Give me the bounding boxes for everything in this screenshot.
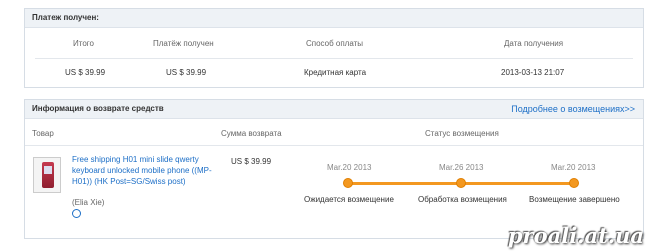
col-method-header: Способ оплаты	[306, 39, 364, 48]
status-dot-1	[343, 178, 353, 188]
divider	[25, 145, 643, 146]
product-thumbnail[interactable]	[33, 157, 61, 193]
col-refund-amount-header: Сумма возврата	[221, 129, 282, 138]
col-paid-header: Платёж получен	[153, 39, 214, 48]
seller-name: (Elia Xie)	[72, 198, 105, 207]
paid-value: US $ 39.99	[166, 68, 207, 77]
status-dot-2	[456, 178, 466, 188]
phone-screen	[44, 166, 52, 174]
product-title-link[interactable]: Free shipping H01 mini slide qwerty keyb…	[72, 154, 222, 187]
status-date-3: Mar.20 2013	[551, 163, 596, 172]
total-value: US $ 39.99	[65, 68, 106, 77]
status-date-2: Mar.26 2013	[439, 163, 484, 172]
col-product-header: Товар	[32, 129, 54, 138]
status-date-1: Mar.20 2013	[327, 163, 372, 172]
col-date-header: Дата получения	[504, 39, 564, 48]
refund-details-link[interactable]: Подробнее о возмещениях>>	[511, 100, 635, 118]
col-total-header: Итого	[73, 39, 94, 48]
status-label-3: Возмещение завершено	[529, 195, 620, 204]
alarm-clock-icon[interactable]	[72, 209, 81, 218]
refund-panel-header: Информация о возврате средств Подробнее …	[25, 100, 643, 119]
watermark: proali.at.ua	[507, 223, 644, 248]
payment-panel-title: Платеж получен:	[25, 9, 643, 28]
status-label-1: Ожидается возмещение	[304, 195, 394, 204]
status-label-2: Обработка возмещения	[418, 195, 507, 204]
phone-image	[42, 162, 54, 188]
divider	[35, 58, 633, 59]
received-date-value: 2013-03-13 21:07	[501, 68, 565, 77]
refund-panel-title: Информация о возврате средств	[32, 104, 164, 113]
payment-panel: Платеж получен: Итого Платёж получен Спо…	[24, 8, 644, 88]
refund-panel: Информация о возврате средств Подробнее …	[24, 99, 644, 239]
refund-amount-value: US $ 39.99	[231, 157, 272, 166]
col-refund-status-header: Статус возмещения	[425, 129, 499, 138]
status-dot-3	[569, 178, 579, 188]
payment-method-value: Кредитная карта	[304, 68, 367, 77]
